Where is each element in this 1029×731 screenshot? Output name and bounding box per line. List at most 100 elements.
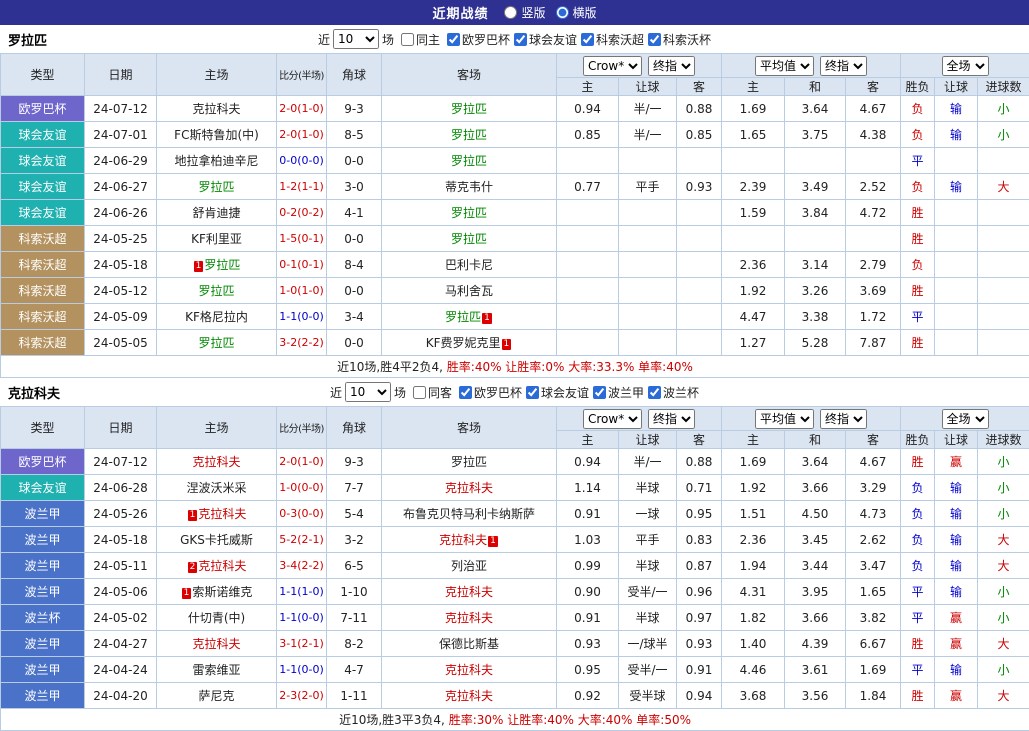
- league-filter[interactable]: 球会友谊: [526, 384, 589, 401]
- team-link[interactable]: KF利里亚: [191, 232, 242, 246]
- team-link[interactable]: 克拉科夫: [445, 481, 493, 495]
- team-link[interactable]: 克拉科夫: [445, 663, 493, 677]
- avg-stage-select[interactable]: 终指: [820, 56, 867, 76]
- team-link[interactable]: 涅波沃米采: [186, 481, 246, 495]
- league-filter[interactable]: 球会友谊: [514, 31, 577, 48]
- match-date: 24-05-09: [85, 304, 157, 330]
- odds-stage-select[interactable]: 终指: [648, 409, 695, 429]
- odds-home: [557, 330, 619, 356]
- team-link[interactable]: 克拉科夫: [198, 507, 246, 521]
- league-filter[interactable]: 波兰杯: [648, 384, 699, 401]
- odds-handicap: 半球: [619, 553, 677, 579]
- same-venue-filter[interactable]: 同客: [413, 384, 452, 401]
- match-date: 24-04-24: [85, 657, 157, 683]
- odds-stage-select[interactable]: 终指: [648, 56, 695, 76]
- league-filter-checkbox[interactable]: [581, 33, 594, 46]
- team-link[interactable]: 罗拉匹: [451, 206, 487, 220]
- team-link[interactable]: 索斯诺维克: [192, 585, 252, 599]
- match-date: 24-07-01: [85, 122, 157, 148]
- team-link[interactable]: 罗拉匹: [198, 180, 234, 194]
- card-badge: 1: [188, 510, 198, 521]
- layout-option-vertical[interactable]: 竖版: [504, 4, 545, 21]
- team-link[interactable]: 舒肯迪捷: [192, 206, 240, 220]
- team-link[interactable]: 保德比斯基: [439, 637, 499, 651]
- league-filter[interactable]: 科索沃杯: [648, 31, 711, 48]
- result-handicap: 输: [935, 174, 978, 200]
- odds-away: 0.91: [677, 657, 722, 683]
- team-link[interactable]: 马利舍瓦: [445, 284, 493, 298]
- team-link[interactable]: 罗拉匹: [445, 310, 481, 324]
- team-link[interactable]: 克拉科夫: [192, 102, 240, 116]
- odds-select-cell: Crow* 终指: [557, 407, 722, 431]
- league-filter-checkbox[interactable]: [526, 386, 539, 399]
- avg-stage-select[interactable]: 终指: [820, 409, 867, 429]
- team-link[interactable]: GKS卡托威斯: [180, 533, 253, 547]
- odds-handicap: [619, 148, 677, 174]
- avg-source-select[interactable]: 平均值: [755, 56, 814, 76]
- team-link[interactable]: 克拉科夫: [445, 689, 493, 703]
- avg-source-select[interactable]: 平均值: [755, 409, 814, 429]
- result-wdl: 负: [901, 96, 935, 122]
- team-link[interactable]: 罗拉匹: [451, 232, 487, 246]
- team-section: 克拉科夫 近 10 场 同客 欧罗巴杯球会友谊波兰甲波兰杯: [0, 378, 1029, 731]
- team-link[interactable]: 萨尼克: [198, 689, 234, 703]
- team-link[interactable]: 巴利卡尼: [445, 258, 493, 272]
- team-link[interactable]: 克拉科夫: [192, 455, 240, 469]
- team-link[interactable]: 雷索维亚: [192, 663, 240, 677]
- layout-radio[interactable]: [504, 6, 517, 19]
- match-row: 欧罗巴杯 24-07-12 克拉科夫 2-0(1-0) 9-3 罗拉匹 0.94…: [1, 96, 1029, 122]
- team-link[interactable]: 列治亚: [451, 559, 487, 573]
- layout-radio[interactable]: [556, 6, 569, 19]
- team-link[interactable]: KF费罗妮克里: [426, 336, 501, 350]
- team-link[interactable]: 罗拉匹: [451, 154, 487, 168]
- odds-source-select[interactable]: Crow*: [583, 409, 642, 429]
- team-link[interactable]: FC斯特鲁加(中): [174, 128, 259, 142]
- team-link[interactable]: 克拉科夫: [445, 611, 493, 625]
- team-link[interactable]: 克拉科夫: [439, 533, 487, 547]
- scope-select[interactable]: 全场: [942, 409, 989, 429]
- result-handicap: [935, 226, 978, 252]
- odds-source-select[interactable]: Crow*: [583, 56, 642, 76]
- team-link[interactable]: 地拉拿柏迪辛尼: [174, 154, 258, 168]
- same-venue-checkbox[interactable]: [413, 386, 426, 399]
- team-link[interactable]: 罗拉匹: [451, 102, 487, 116]
- match-date: 24-05-05: [85, 330, 157, 356]
- col-odds-handicap: 让球: [619, 431, 677, 449]
- team-link[interactable]: 罗拉匹: [198, 284, 234, 298]
- league-filter-checkbox[interactable]: [514, 33, 527, 46]
- team-link[interactable]: 克拉科夫: [198, 559, 246, 573]
- team-link[interactable]: 罗拉匹: [451, 128, 487, 142]
- league-filter[interactable]: 欧罗巴杯: [447, 31, 510, 48]
- league-filter[interactable]: 欧罗巴杯: [459, 384, 522, 401]
- home-team: 罗拉匹: [157, 174, 277, 200]
- match-count-select[interactable]: 10: [333, 29, 379, 49]
- team-link[interactable]: KF格尼拉内: [185, 310, 248, 324]
- layout-option-horizontal[interactable]: 横版: [556, 4, 597, 21]
- scope-select[interactable]: 全场: [942, 56, 989, 76]
- team-link[interactable]: 什切青(中): [188, 611, 245, 625]
- league-filters: 欧罗巴杯 球会友谊波兰甲波兰杯: [455, 384, 699, 401]
- league-filter[interactable]: 波兰甲: [593, 384, 644, 401]
- team-link[interactable]: 罗拉匹: [204, 258, 240, 272]
- league-filter-checkbox[interactable]: [447, 33, 460, 46]
- team-link[interactable]: 克拉科夫: [445, 585, 493, 599]
- match-count-select[interactable]: 10: [345, 382, 391, 402]
- odds-away: 0.95: [677, 501, 722, 527]
- result-wdl: 负: [901, 122, 935, 148]
- score: 3-4(2-2): [277, 553, 327, 579]
- league-filter-checkbox[interactable]: [648, 386, 661, 399]
- team-link[interactable]: 布鲁克贝特马利卡纳斯萨: [403, 507, 535, 521]
- league-filter-label: 球会友谊: [541, 384, 589, 401]
- team-link[interactable]: 罗拉匹: [451, 455, 487, 469]
- same-venue-checkbox[interactable]: [401, 33, 414, 46]
- league-filter-checkbox[interactable]: [459, 386, 472, 399]
- league-filter-checkbox[interactable]: [648, 33, 661, 46]
- score: 1-1(1-0): [277, 579, 327, 605]
- league-filter[interactable]: 科索沃超: [581, 31, 644, 48]
- league-filter-checkbox[interactable]: [593, 386, 606, 399]
- same-venue-filter[interactable]: 同主: [401, 31, 440, 48]
- odds-handicap: [619, 304, 677, 330]
- team-link[interactable]: 蒂克韦什: [445, 180, 493, 194]
- team-link[interactable]: 罗拉匹: [198, 336, 234, 350]
- team-link[interactable]: 克拉科夫: [192, 637, 240, 651]
